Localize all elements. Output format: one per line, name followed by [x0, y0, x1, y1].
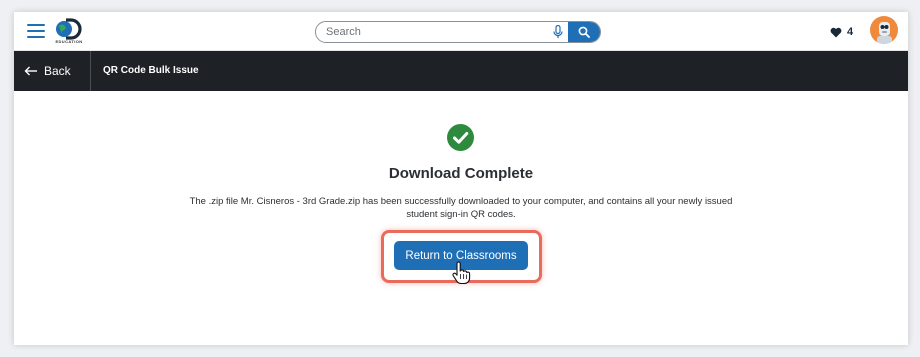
user-avatar[interactable]: [870, 16, 898, 44]
top-navigation-bar: EDUCATION 4: [14, 12, 908, 51]
favorites-count: 4: [847, 26, 854, 38]
logo-wordmark: EDUCATION: [55, 39, 83, 44]
page-title: QR Code Bulk Issue: [103, 65, 199, 76]
status-message: The .zip file Mr. Cisneros - 3rd Grade.z…: [189, 196, 733, 220]
heart-icon: [830, 27, 842, 37]
search-bar: [315, 21, 601, 43]
favorites-button[interactable]: 4: [830, 24, 853, 40]
download-complete-panel: Download Complete The .zip file Mr. Cisn…: [14, 91, 908, 345]
hamburger-menu-icon[interactable]: [27, 24, 45, 38]
page-header-bar: Back QR Code Bulk Issue: [14, 51, 908, 91]
search-input[interactable]: [316, 22, 546, 42]
search-button[interactable]: [568, 22, 600, 42]
check-circle-icon: [447, 124, 474, 151]
app-window: EDUCATION 4: [14, 12, 908, 345]
back-label: Back: [44, 64, 71, 78]
search-icon: [578, 26, 590, 38]
pointer-hand-cursor: [452, 261, 471, 285]
microphone-icon[interactable]: [552, 25, 564, 39]
status-heading: Download Complete: [388, 165, 534, 182]
back-button[interactable]: Back: [14, 51, 91, 91]
robot-avatar-icon: [877, 22, 892, 44]
back-arrow-icon: [24, 66, 37, 76]
